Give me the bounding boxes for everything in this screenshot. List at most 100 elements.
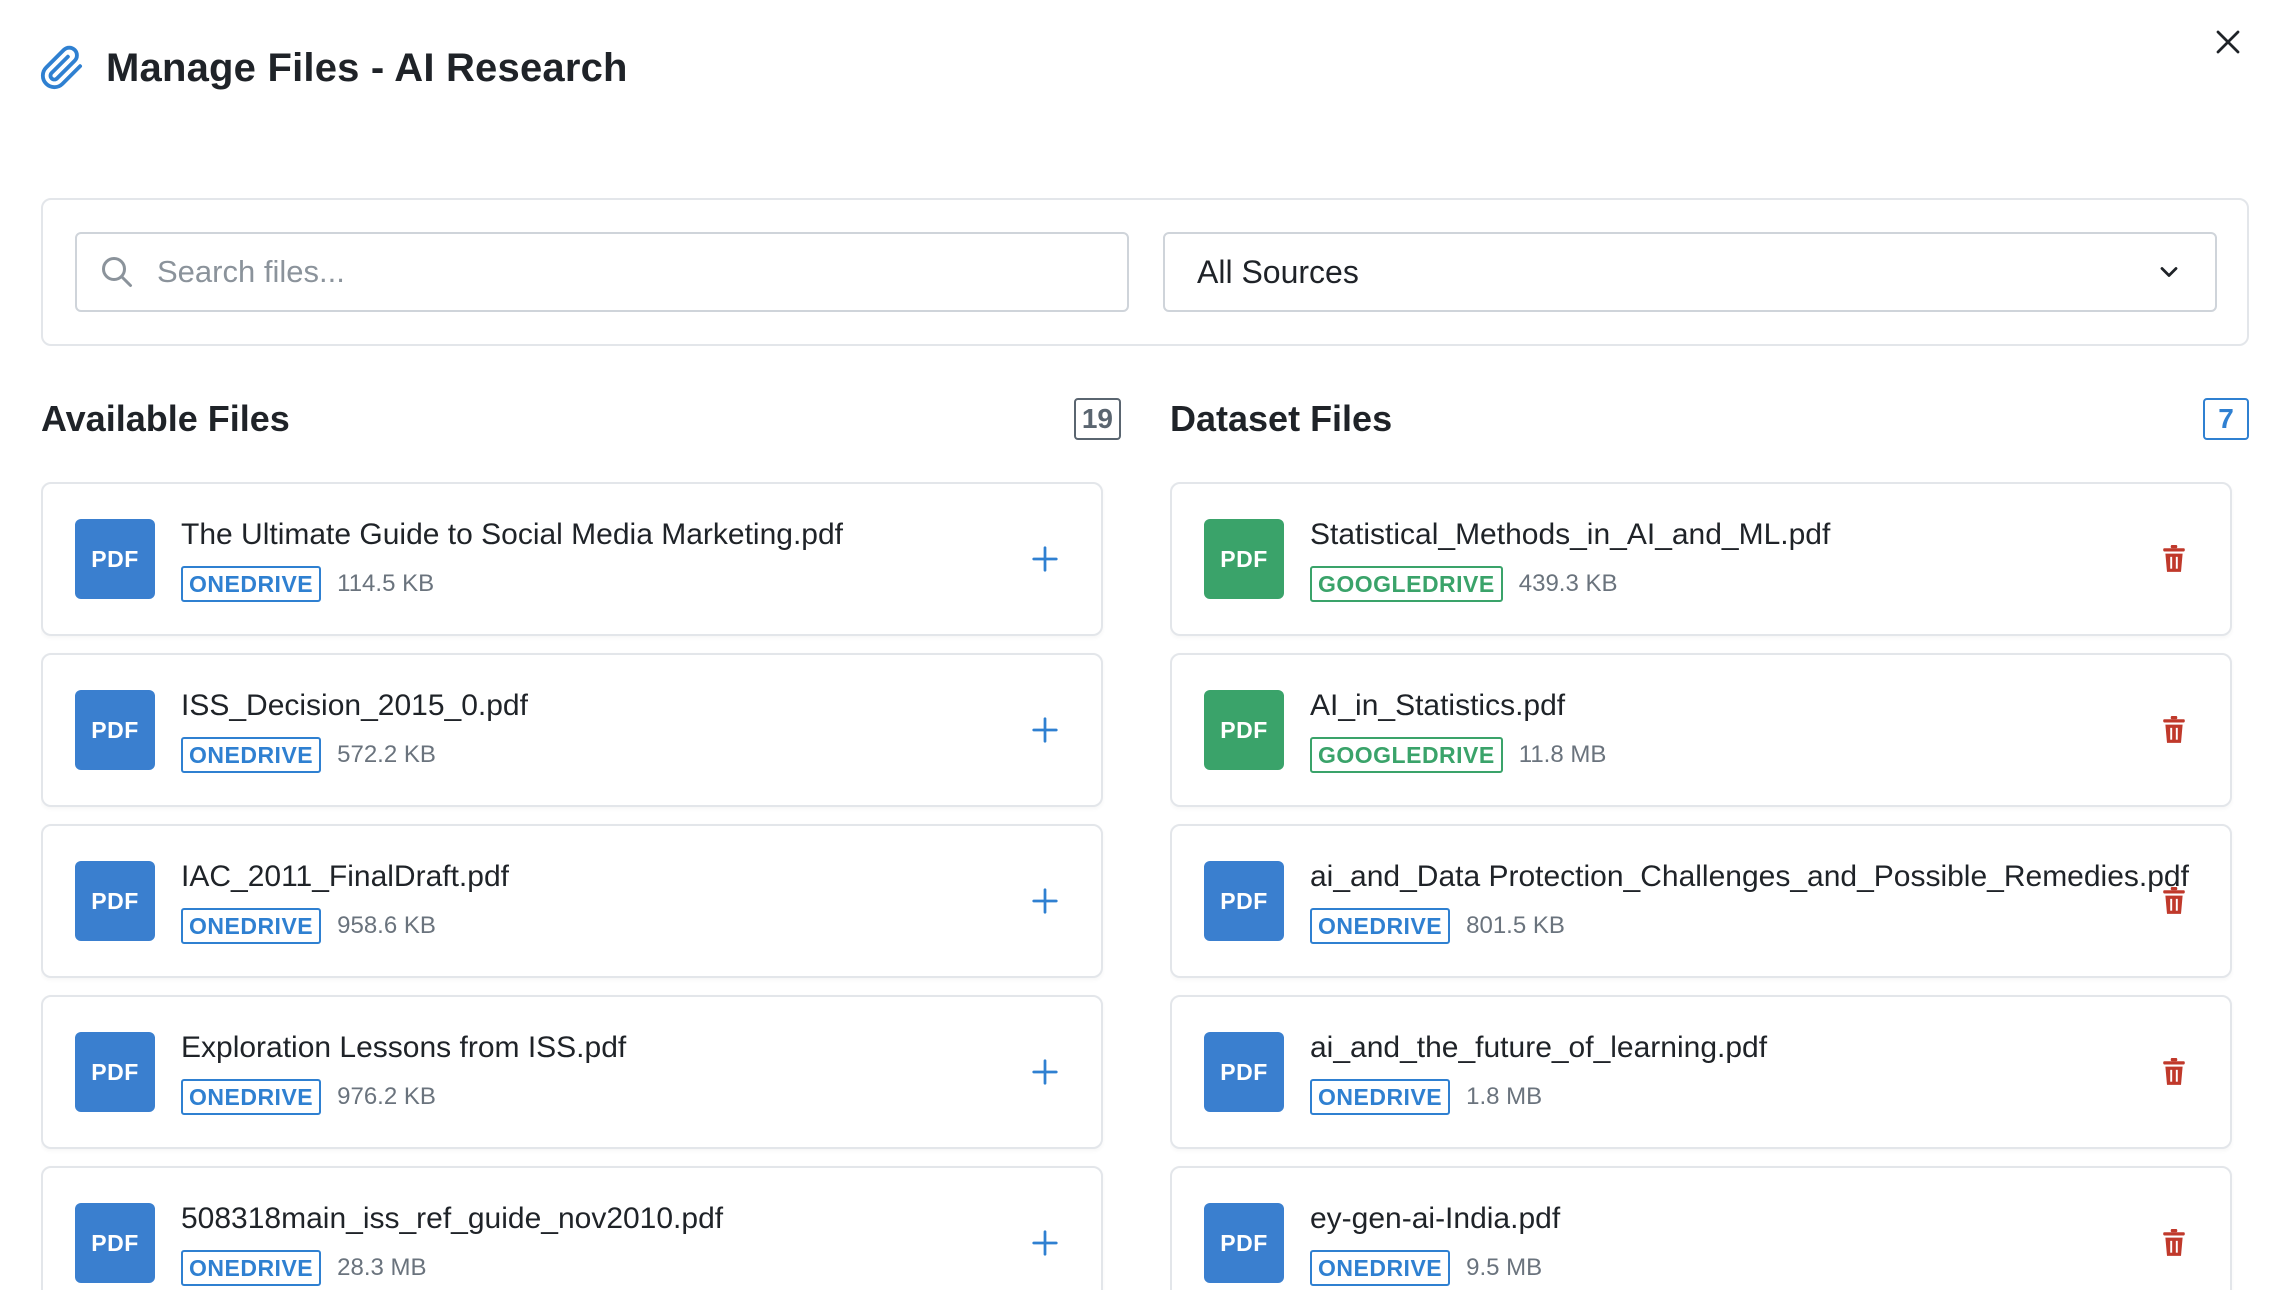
- available-file-row[interactable]: PDF The Ultimate Guide to Social Media M…: [41, 482, 1103, 636]
- source-badge: ONEDRIVE: [181, 908, 322, 944]
- available-file-row[interactable]: PDF ISS_Decision_2015_0.pdf ONEDRIVE 572…: [41, 653, 1103, 807]
- source-filter-select[interactable]: All Sources: [1163, 232, 2217, 312]
- pdf-file-icon: PDF: [1204, 1203, 1284, 1283]
- source-badge: ONEDRIVE: [1310, 908, 1451, 944]
- available-file-row[interactable]: PDF 508318main_iss_ref_guide_nov2010.pdf…: [41, 1166, 1103, 1290]
- manage-files-dialog: Manage Files - AI Research All Sources A…: [0, 0, 2276, 1312]
- source-filter-value: All Sources: [1197, 253, 1359, 290]
- dataset-files-title: Dataset Files: [1170, 398, 1393, 439]
- available-files-list: PDF The Ultimate Guide to Social Media M…: [41, 482, 1105, 1290]
- file-name: ISS_Decision_2015_0.pdf: [181, 689, 528, 722]
- dialog-title: Manage Files - AI Research: [106, 45, 628, 90]
- file-size: 114.5 KB: [337, 570, 435, 597]
- file-size: 28.3 MB: [337, 1254, 427, 1281]
- source-badge: GOOGLEDRIVE: [1310, 566, 1503, 602]
- file-meta: ONEDRIVE 801.5 KB: [1310, 908, 1565, 944]
- remove-file-button[interactable]: [2152, 1050, 2196, 1094]
- plus-icon[interactable]: [1030, 1228, 1060, 1258]
- plus-icon[interactable]: [1030, 1057, 1060, 1087]
- source-badge: ONEDRIVE: [1310, 1079, 1451, 1115]
- add-file-button[interactable]: [1023, 537, 1067, 581]
- pdf-file-icon: PDF: [75, 690, 155, 770]
- file-size: 801.5 KB: [1466, 912, 1565, 939]
- remove-file-button[interactable]: [2152, 1221, 2196, 1265]
- add-file-button[interactable]: [1023, 1050, 1067, 1094]
- dataset-file-row[interactable]: PDF ai_and_Data Protection_Challenges_an…: [1170, 824, 2232, 978]
- pdf-file-icon: PDF: [1204, 1032, 1284, 1112]
- available-files-header: Available Files 19: [41, 398, 1121, 440]
- source-badge: ONEDRIVE: [181, 1079, 322, 1115]
- file-size: 9.5 MB: [1466, 1254, 1543, 1281]
- dialog-header: Manage Files - AI Research: [38, 44, 628, 92]
- file-name: ai_and_the_future_of_learning.pdf: [1310, 1031, 1768, 1064]
- dataset-files-list: PDF Statistical_Methods_in_AI_and_ML.pdf…: [1170, 482, 2234, 1290]
- available-files-count: 19: [1073, 398, 1121, 440]
- dataset-files-header: Dataset Files 7: [1170, 398, 2249, 440]
- plus-icon[interactable]: [1030, 886, 1060, 916]
- source-badge: ONEDRIVE: [181, 737, 322, 773]
- dataset-file-row[interactable]: PDF AI_in_Statistics.pdf GOOGLEDRIVE 11.…: [1170, 653, 2232, 807]
- available-file-row[interactable]: PDF Exploration Lessons from ISS.pdf ONE…: [41, 995, 1103, 1149]
- file-size: 439.3 KB: [1518, 570, 1618, 597]
- file-meta: ONEDRIVE 1.8 MB: [1310, 1079, 1542, 1115]
- plus-icon[interactable]: [1030, 544, 1060, 574]
- add-file-button[interactable]: [1023, 708, 1067, 752]
- pdf-file-icon: PDF: [75, 861, 155, 941]
- search-input[interactable]: [157, 254, 1057, 290]
- file-size: 11.8 MB: [1518, 741, 1607, 768]
- file-meta: ONEDRIVE 572.2 KB: [181, 737, 436, 773]
- trash-icon[interactable]: [2161, 1058, 2187, 1086]
- source-badge: ONEDRIVE: [181, 1250, 322, 1286]
- dataset-files-count: 7: [2203, 398, 2249, 440]
- file-size: 1.8 MB: [1466, 1083, 1543, 1110]
- add-file-button[interactable]: [1023, 1221, 1067, 1265]
- dataset-file-row[interactable]: PDF Statistical_Methods_in_AI_and_ML.pdf…: [1170, 482, 2232, 636]
- plus-icon[interactable]: [1030, 715, 1060, 745]
- file-meta: ONEDRIVE 114.5 KB: [181, 566, 434, 602]
- pdf-file-icon: PDF: [1204, 519, 1284, 599]
- available-files-title: Available Files: [41, 398, 290, 439]
- file-name: AI_in_Statistics.pdf: [1310, 689, 1566, 722]
- remove-file-button[interactable]: [2152, 537, 2196, 581]
- trash-icon[interactable]: [2161, 716, 2187, 744]
- file-meta: ONEDRIVE 958.6 KB: [181, 908, 436, 944]
- file-size: 572.2 KB: [337, 741, 436, 768]
- chevron-down-icon: [2160, 267, 2178, 277]
- filter-panel: All Sources: [41, 198, 2249, 346]
- close-button[interactable]: [2208, 22, 2248, 62]
- file-meta: GOOGLEDRIVE 11.8 MB: [1310, 737, 1606, 773]
- file-meta: ONEDRIVE 9.5 MB: [1310, 1250, 1542, 1286]
- file-name: IAC_2011_FinalDraft.pdf: [181, 860, 509, 893]
- file-name: Exploration Lessons from ISS.pdf: [181, 1031, 627, 1064]
- file-meta: ONEDRIVE 976.2 KB: [181, 1079, 436, 1115]
- file-size: 976.2 KB: [337, 1083, 436, 1110]
- remove-file-button[interactable]: [2152, 879, 2196, 923]
- paperclip-icon: [38, 44, 86, 92]
- search-box[interactable]: [75, 232, 1129, 312]
- file-name: The Ultimate Guide to Social Media Marke…: [181, 518, 843, 551]
- add-file-button[interactable]: [1023, 879, 1067, 923]
- trash-icon[interactable]: [2161, 545, 2187, 573]
- file-meta: GOOGLEDRIVE 439.3 KB: [1310, 566, 1618, 602]
- remove-file-button[interactable]: [2152, 708, 2196, 752]
- dataset-file-row[interactable]: PDF ey-gen-ai-India.pdf ONEDRIVE 9.5 MB: [1170, 1166, 2232, 1290]
- pdf-file-icon: PDF: [75, 1032, 155, 1112]
- file-name: ey-gen-ai-India.pdf: [1310, 1202, 1561, 1235]
- file-name: Statistical_Methods_in_AI_and_ML.pdf: [1310, 518, 1831, 551]
- pdf-file-icon: PDF: [1204, 861, 1284, 941]
- search-icon: [97, 252, 137, 292]
- pdf-file-icon: PDF: [1204, 690, 1284, 770]
- file-name: ai_and_Data Protection_Challenges_and_Po…: [1310, 860, 2189, 893]
- file-meta: ONEDRIVE 28.3 MB: [181, 1250, 427, 1286]
- file-name: 508318main_iss_ref_guide_nov2010.pdf: [181, 1202, 724, 1235]
- trash-icon[interactable]: [2161, 1229, 2187, 1257]
- pdf-file-icon: PDF: [75, 519, 155, 599]
- source-badge: ONEDRIVE: [181, 566, 322, 602]
- available-file-row[interactable]: PDF IAC_2011_FinalDraft.pdf ONEDRIVE 958…: [41, 824, 1103, 978]
- source-badge: GOOGLEDRIVE: [1310, 737, 1503, 773]
- close-icon[interactable]: [2213, 27, 2243, 57]
- source-badge: ONEDRIVE: [1310, 1250, 1451, 1286]
- trash-icon[interactable]: [2161, 887, 2187, 915]
- dataset-file-row[interactable]: PDF ai_and_the_future_of_learning.pdf ON…: [1170, 995, 2232, 1149]
- pdf-file-icon: PDF: [75, 1203, 155, 1283]
